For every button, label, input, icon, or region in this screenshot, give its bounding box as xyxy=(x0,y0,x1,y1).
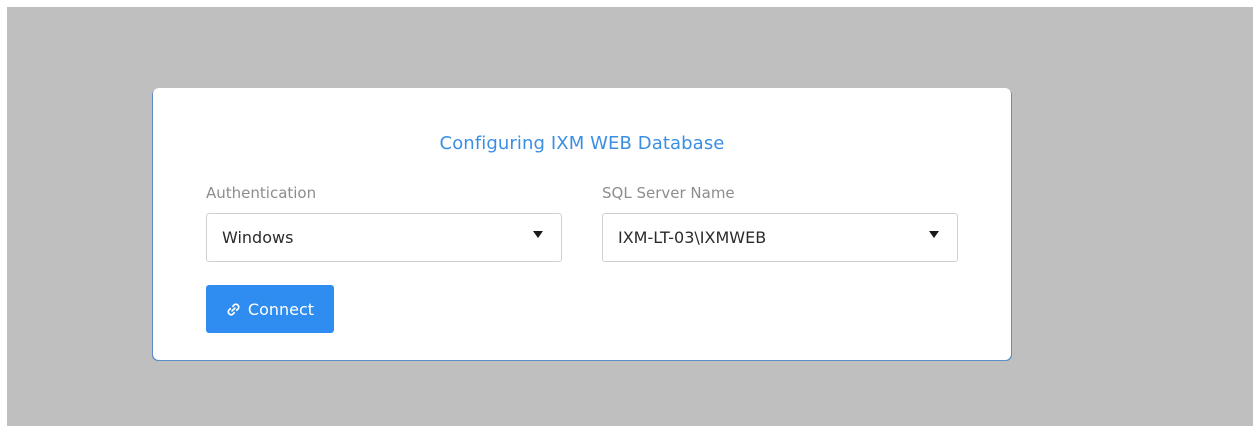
link-icon xyxy=(226,302,241,317)
authentication-label: Authentication xyxy=(206,184,317,202)
chevron-down-icon xyxy=(533,231,543,238)
connect-button[interactable]: Connect xyxy=(206,285,334,333)
sql-server-name-label: SQL Server Name xyxy=(602,184,735,202)
sql-server-name-select-value: IXM-LT-03\IXMWEB xyxy=(618,228,767,247)
authentication-select[interactable]: Windows xyxy=(206,213,562,262)
database-config-dialog: Configuring IXM WEB Database Authenticat… xyxy=(153,88,1011,360)
sql-server-name-select[interactable]: IXM-LT-03\IXMWEB xyxy=(602,213,958,262)
chevron-down-icon xyxy=(929,231,939,238)
connect-button-label: Connect xyxy=(247,299,315,319)
authentication-select-value: Windows xyxy=(222,228,294,247)
dialog-title: Configuring IXM WEB Database xyxy=(439,133,725,154)
